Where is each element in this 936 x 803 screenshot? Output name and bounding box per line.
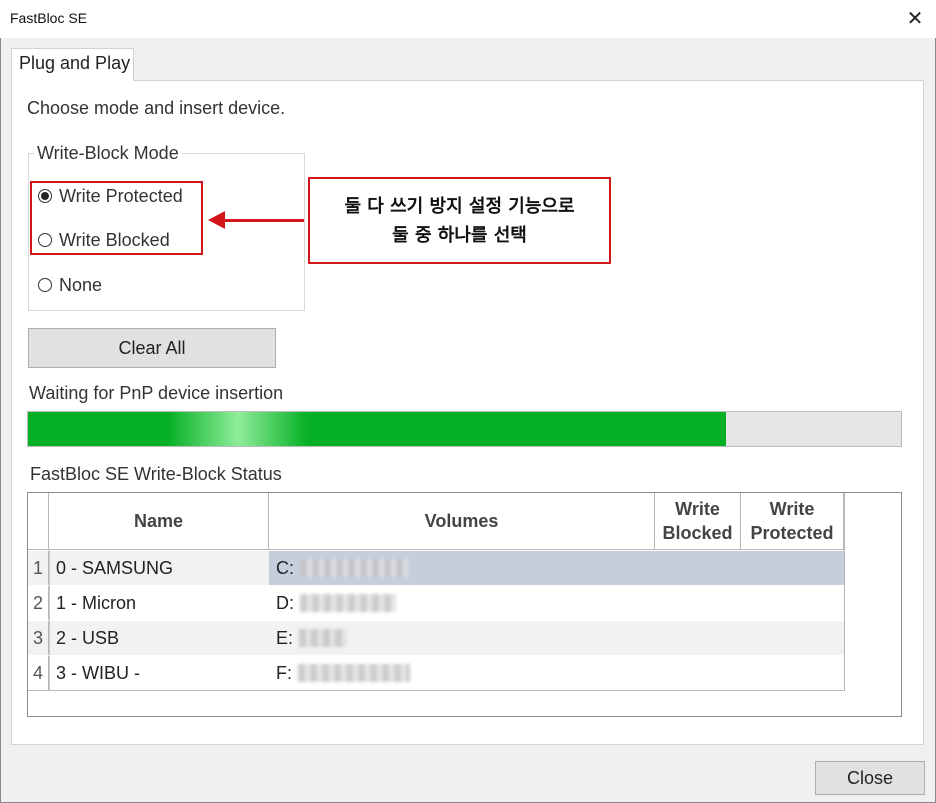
column-header-write-protected[interactable]: Write Protected — [741, 493, 844, 550]
annotation-callout: 둘 다 쓰기 방지 설정 기능으로 둘 중 하나를 선택 — [308, 177, 611, 264]
window-close-icon[interactable]: ✕ — [900, 4, 930, 34]
progress-bar-glow — [168, 412, 308, 446]
clear-all-button[interactable]: Clear All — [28, 328, 276, 368]
row-number: 4 — [28, 656, 49, 690]
volume-letter: F: — [276, 662, 292, 683]
status-table[interactable]: Name Volumes Write Blocked Write Protect… — [27, 492, 902, 717]
radio-unchecked-icon[interactable] — [38, 278, 52, 292]
redacted-volume-name — [298, 664, 410, 682]
progress-label: Waiting for PnP device insertion — [29, 383, 284, 403]
table-cell-name[interactable]: 0 - SAMSUNG — [49, 551, 269, 585]
title-bar — [0, 0, 936, 38]
column-header-volumes[interactable]: Volumes — [269, 493, 655, 550]
column-header-name[interactable]: Name — [49, 493, 269, 550]
volume-letter: D: — [276, 592, 294, 613]
status-label: FastBloc SE Write-Block Status — [30, 464, 282, 484]
radio-label: None — [59, 274, 103, 295]
instruction-text: Choose mode and insert device. — [27, 98, 286, 118]
radio-none[interactable]: None — [38, 272, 102, 298]
table-cell-name[interactable]: 3 - WIBU - — [49, 656, 269, 690]
table-cell-volume[interactable]: F: — [269, 656, 844, 690]
table-cell-volume[interactable]: E: — [269, 621, 844, 655]
table-cell-volume[interactable]: C: — [269, 551, 844, 585]
window-title: FastBloc SE — [10, 10, 88, 26]
close-button[interactable]: Close — [815, 761, 925, 795]
redacted-volume-name — [300, 594, 396, 612]
redacted-volume-name — [299, 629, 348, 647]
progress-bar-fill — [28, 412, 726, 446]
volume-letter: E: — [276, 627, 294, 648]
volume-letter: C: — [276, 557, 294, 578]
write-block-mode-legend: Write-Block Mode — [34, 143, 182, 164]
annotation-line-2: 둘 중 하나를 선택 — [392, 224, 527, 246]
progress-bar — [27, 411, 902, 447]
grid-line — [844, 493, 845, 691]
annotation-line-1: 둘 다 쓰기 방지 설정 기능으로 — [344, 195, 575, 217]
grid-line — [28, 690, 845, 691]
annotation-arrow-line — [224, 219, 304, 222]
grid-line — [49, 550, 50, 691]
row-number: 2 — [28, 586, 49, 620]
table-cell-volume[interactable]: D: — [269, 586, 844, 620]
column-header-write-blocked[interactable]: Write Blocked — [655, 493, 741, 550]
corner-header — [28, 493, 49, 550]
redacted-volume-name — [300, 559, 408, 577]
row-number: 3 — [28, 621, 49, 655]
tab-plug-and-play[interactable]: Plug and Play — [11, 48, 134, 81]
annotation-arrow-left-icon — [208, 211, 225, 229]
table-cell-name[interactable]: 2 - USB — [49, 621, 269, 655]
table-cell-name[interactable]: 1 - Micron — [49, 586, 269, 620]
row-number: 1 — [28, 551, 49, 585]
annotation-highlight-box — [30, 181, 203, 255]
